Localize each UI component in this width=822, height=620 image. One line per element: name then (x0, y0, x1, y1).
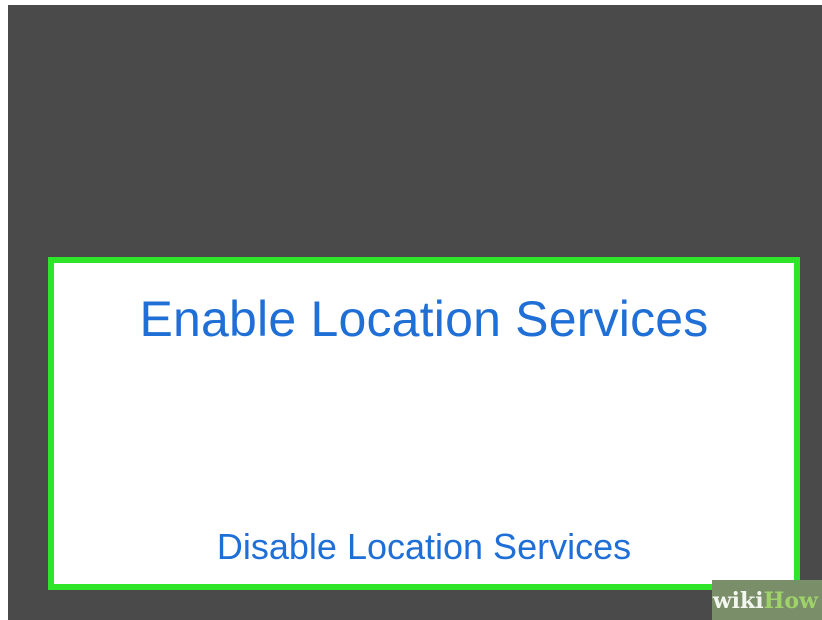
logo-how-text: How (763, 588, 818, 614)
logo-wiki-text: wiki (712, 588, 764, 614)
screen-background: Enable Location Services Disable Locatio… (8, 5, 822, 620)
disable-location-services-button[interactable]: Disable Location Services (54, 523, 794, 571)
logo-text: wikiHow (713, 588, 818, 614)
enable-location-services-button[interactable]: Enable Location Services (54, 283, 794, 355)
location-services-prompt: Enable Location Services Disable Locatio… (48, 257, 800, 590)
wikihow-logo: wikiHow (672, 580, 822, 620)
